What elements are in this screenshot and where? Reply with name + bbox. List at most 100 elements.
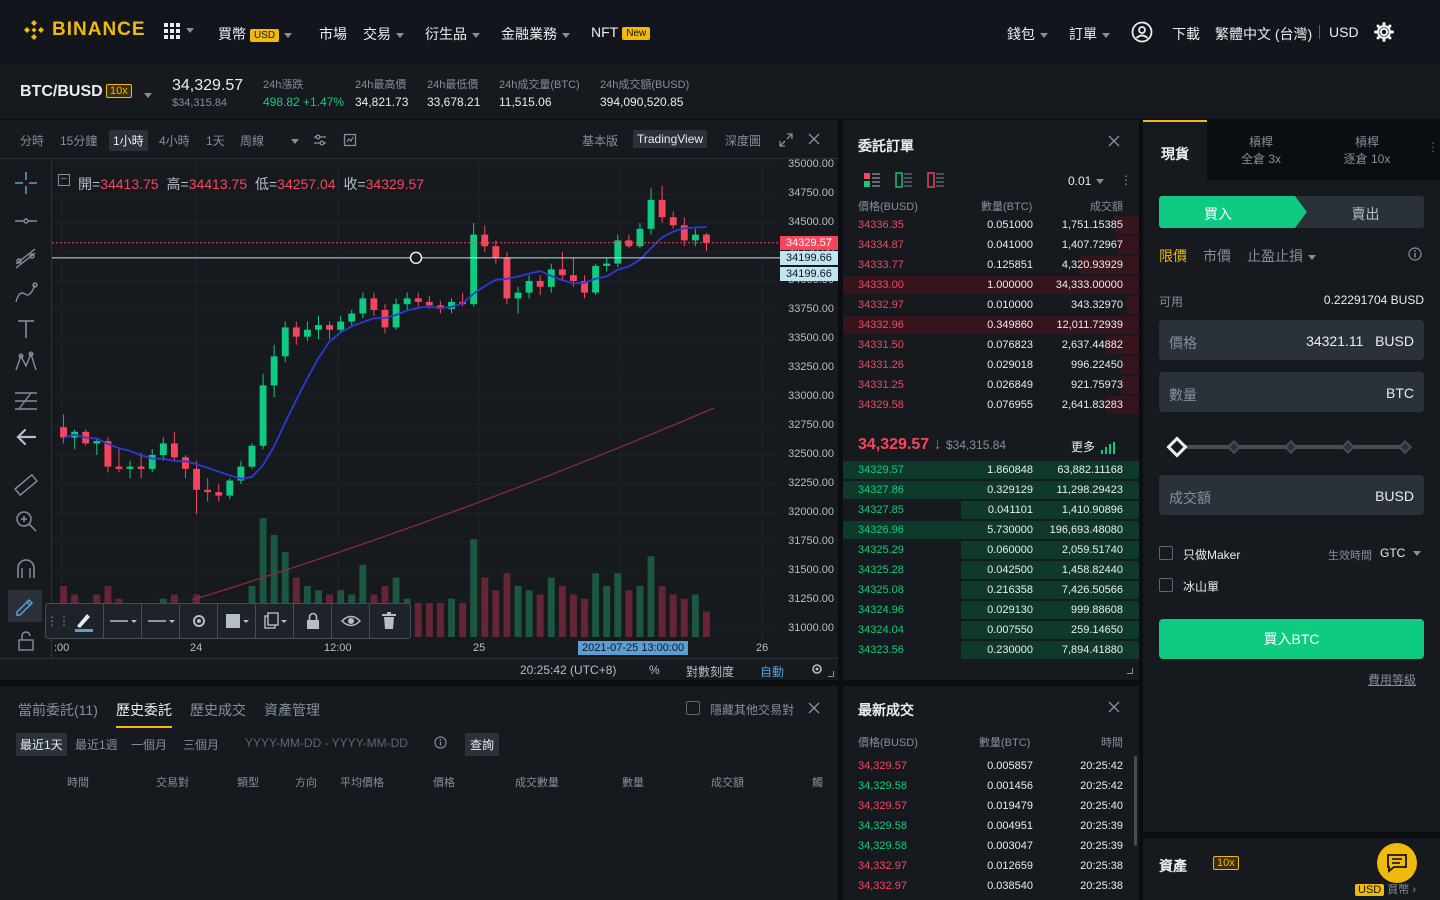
crosshair-tool[interactable]: [13, 170, 39, 196]
user-profile-button[interactable]: [1131, 21, 1153, 46]
bid-row[interactable]: 34324.04 0.007550 259.14650: [843, 620, 1139, 640]
pen-color-button[interactable]: [64, 604, 104, 638]
info-icon[interactable]: [1408, 247, 1422, 264]
view-basic[interactable]: 基本版: [582, 132, 618, 149]
range-1week[interactable]: 最近1週: [75, 736, 118, 753]
line-style-button[interactable]: [142, 604, 180, 638]
close-chart-button[interactable]: [808, 133, 820, 148]
ask-row[interactable]: 34332.97 0.010000 343.32970: [843, 295, 1139, 315]
buy-btc-button[interactable]: 買入BTC: [1159, 619, 1424, 659]
price-input[interactable]: 價格 34321.11 BUSD: [1159, 320, 1424, 360]
interval-more-button[interactable]: [286, 134, 299, 148]
nav-item-trade[interactable]: 交易: [363, 24, 404, 44]
tab-order-history[interactable]: 歷史委託: [116, 700, 172, 728]
lock-tool[interactable]: [13, 628, 39, 654]
brush-tool[interactable]: [13, 280, 39, 306]
amount-slider[interactable]: [1163, 434, 1413, 460]
slider-tick-25[interactable]: [1226, 439, 1242, 455]
nav-language[interactable]: 繁體中文 (台灣): [1215, 24, 1312, 44]
auto-scale-toggle[interactable]: 自動: [760, 663, 784, 680]
ask-row[interactable]: 34329.58 0.076955 2,641.83283: [843, 395, 1139, 415]
nav-item-buy-crypto[interactable]: 買幣 USD: [218, 24, 293, 44]
sell-tab[interactable]: 賣出: [1303, 204, 1428, 224]
total-input[interactable]: 成交額 BUSD: [1159, 475, 1424, 515]
interval-time[interactable]: 分時: [20, 132, 44, 149]
trend-line-tool[interactable]: [13, 244, 39, 270]
bid-row[interactable]: 34327.85 0.041101 1,410.90896: [843, 500, 1139, 520]
pattern-tool[interactable]: [13, 350, 39, 376]
more-options-icon[interactable]: ⋮: [1120, 173, 1132, 187]
ruler-tool[interactable]: [13, 472, 39, 498]
view-tradingview[interactable]: TradingView: [633, 130, 708, 148]
buy-tab[interactable]: 買入: [1159, 204, 1277, 224]
drawing-settings-button[interactable]: [180, 604, 218, 638]
fib-tool[interactable]: [13, 388, 39, 414]
tab-trade-history[interactable]: 歷史成交: [190, 700, 246, 720]
view-bids-button[interactable]: [895, 172, 913, 191]
bid-row[interactable]: 34323.56 0.230000 7,894.41880: [843, 640, 1139, 660]
resize-handle-icon[interactable]: [1127, 668, 1133, 674]
tab-open-orders[interactable]: 當前委託(11): [18, 700, 98, 720]
settings-button[interactable]: [1373, 21, 1395, 46]
symbol-dropdown-button[interactable]: [139, 88, 152, 102]
ask-row[interactable]: 34333.77 0.125851 4,320.93929: [843, 255, 1139, 275]
quantity-input[interactable]: 數量 BTC: [1159, 372, 1424, 412]
view-depth[interactable]: 深度圖: [725, 132, 761, 149]
order-type-limit[interactable]: 限價: [1159, 246, 1187, 266]
more-link[interactable]: 更多: [1071, 438, 1116, 455]
view-asks-button[interactable]: [927, 172, 945, 191]
slider-tick-50[interactable]: [1283, 439, 1299, 455]
clone-button[interactable]: [256, 604, 294, 638]
range-1day[interactable]: 最近1天: [16, 733, 67, 756]
indicator-button[interactable]: [343, 133, 357, 150]
nav-item-finance[interactable]: 金融業務: [501, 24, 570, 44]
trades-scrollbar[interactable]: [1134, 756, 1137, 846]
view-both-button[interactable]: [863, 172, 881, 191]
zoom-tool[interactable]: [13, 508, 39, 534]
fullscreen-button[interactable]: [779, 133, 793, 150]
hide-other-pairs-checkbox[interactable]: [686, 701, 700, 715]
ask-row[interactable]: 34331.26 0.029018 996.22450: [843, 355, 1139, 375]
drag-handle-icon[interactable]: ⋮⋮: [46, 614, 70, 628]
query-button[interactable]: 查詢: [465, 733, 500, 756]
interval-1h[interactable]: 1小時: [109, 130, 148, 151]
close-trades-button[interactable]: [1108, 701, 1120, 716]
precision-selector[interactable]: 0.01: [1068, 174, 1105, 188]
ask-row[interactable]: 34331.25 0.026849 921.75973: [843, 375, 1139, 395]
order-type-market[interactable]: 市價: [1203, 246, 1231, 266]
tab-isolated-margin[interactable]: 槓桿 逐倉 10x ⋮: [1315, 120, 1440, 180]
close-history-button[interactable]: [808, 702, 820, 717]
ask-row[interactable]: 34333.00 1.000000 34,333.00000: [843, 275, 1139, 295]
apps-menu-button[interactable]: [163, 22, 194, 43]
date-range-input[interactable]: YYYY-MM-DD - YYYY-MM-DD: [245, 736, 408, 750]
magnet-tool[interactable]: [13, 556, 39, 582]
line-width-button[interactable]: [104, 604, 142, 638]
tab-spot[interactable]: 現貨: [1143, 120, 1207, 180]
support-chat-button[interactable]: [1377, 843, 1417, 883]
delete-drawing-button[interactable]: [370, 604, 408, 638]
back-tool[interactable]: [13, 424, 39, 450]
bid-row[interactable]: 34324.96 0.029130 999.88608: [843, 600, 1139, 620]
percent-scale-toggle[interactable]: %: [649, 663, 660, 677]
tab-funds[interactable]: 資產管理: [264, 700, 320, 720]
bid-row[interactable]: 34325.28 0.042500 1,458.82440: [843, 560, 1139, 580]
bid-row[interactable]: 34325.29 0.060000 2,059.51740: [843, 540, 1139, 560]
nav-item-nft[interactable]: NFT New: [591, 24, 651, 40]
slider-tick-100[interactable]: [1397, 439, 1413, 455]
more-options-icon[interactable]: ⋮: [1427, 140, 1439, 154]
chart-settings-button[interactable]: [313, 133, 327, 150]
resize-handle-icon[interactable]: [828, 671, 834, 677]
price-chart[interactable]: − 開=34413.75 高=34413.75 低=34257.04 收=343…: [52, 160, 780, 640]
nav-item-markets[interactable]: 市場: [319, 24, 347, 44]
nav-currency[interactable]: USD: [1329, 24, 1359, 40]
log-scale-toggle[interactable]: 對數刻度: [686, 663, 734, 680]
fee-level-link[interactable]: 費用等級: [1368, 671, 1416, 688]
chart-settings-button[interactable]: [810, 662, 824, 679]
interval-4h[interactable]: 4小時: [159, 132, 190, 149]
line-tool[interactable]: [13, 208, 39, 234]
bid-row[interactable]: 34326.96 5.730000 196,693.48080: [843, 520, 1139, 540]
draw-mode-tool[interactable]: [8, 590, 42, 622]
ask-row[interactable]: 34334.87 0.041000 1,407.72967: [843, 235, 1139, 255]
text-tool[interactable]: [13, 316, 39, 342]
template-button[interactable]: [218, 604, 256, 638]
